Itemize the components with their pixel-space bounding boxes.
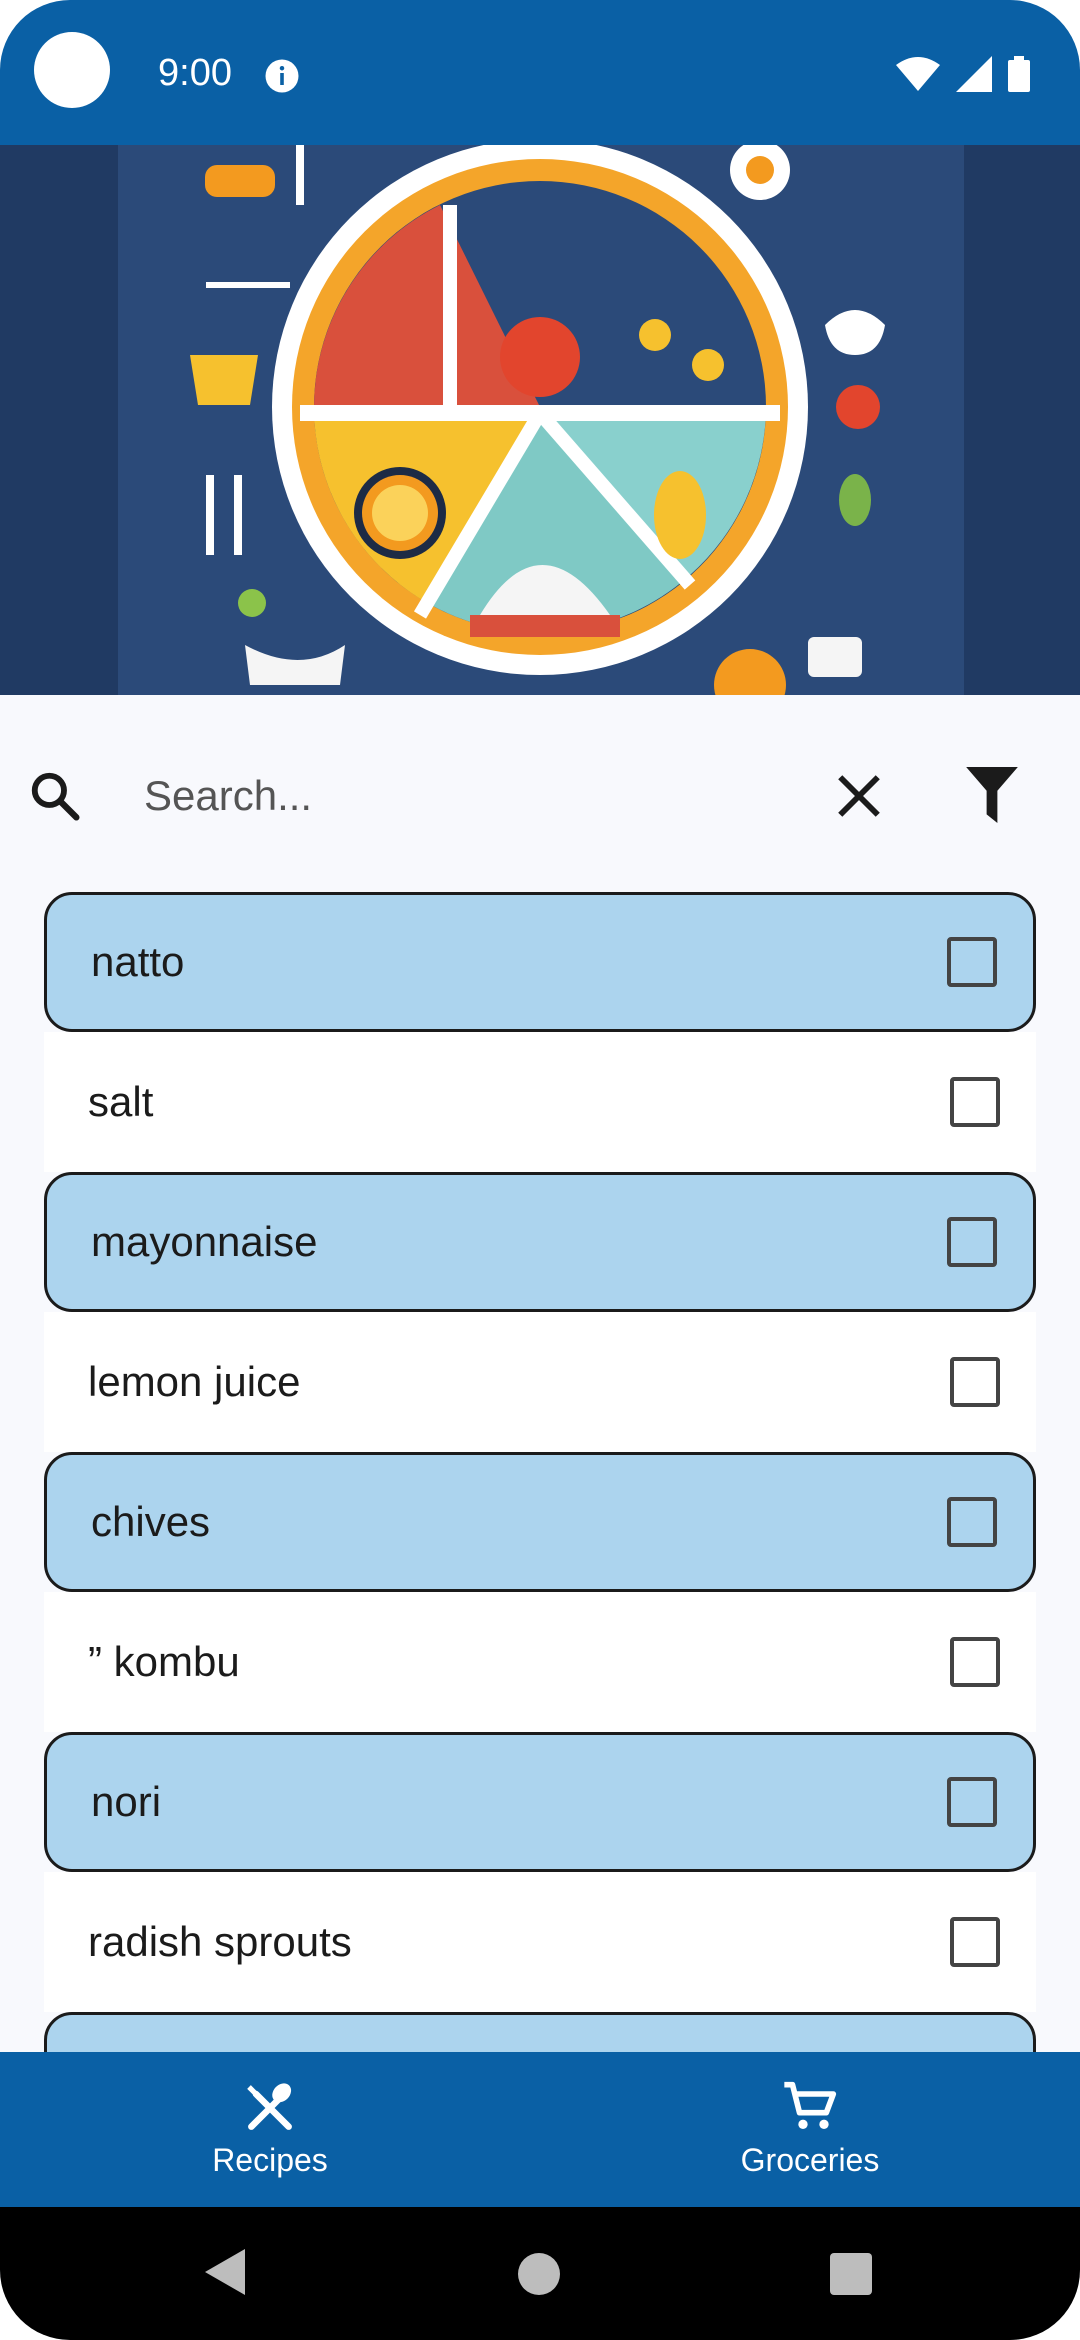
item-checkbox[interactable]	[947, 937, 997, 987]
nav-groceries-label: Groceries	[740, 2142, 880, 2178]
list-item[interactable]: natto	[44, 892, 1036, 1032]
close-icon[interactable]	[834, 771, 884, 821]
hero-image	[0, 145, 1080, 695]
food-plate-illustration	[0, 145, 1080, 695]
shopping-cart-icon	[784, 2081, 837, 2129]
item-label: radish sprouts	[88, 1918, 352, 1965]
battery-icon	[1008, 56, 1030, 92]
search-icon[interactable]	[28, 769, 82, 823]
ingredient-list: natto salt mayonnaise lemon juice chives…	[44, 892, 1036, 2052]
item-checkbox[interactable]	[947, 1497, 997, 1547]
list-item[interactable]: radish sprouts	[44, 1872, 1036, 2012]
utensils-icon	[247, 2083, 292, 2130]
item-checkbox[interactable]	[950, 1357, 1000, 1407]
list-item[interactable]: nori	[44, 1732, 1036, 1872]
nav-recipes-label: Recipes	[212, 2142, 328, 2178]
item-checkbox[interactable]	[950, 1917, 1000, 1967]
nav-groceries[interactable]: Groceries	[540, 2052, 1080, 2207]
list-item[interactable]: chives	[44, 1452, 1036, 1592]
item-checkbox[interactable]	[947, 1217, 997, 1267]
list-item[interactable]: ” kombu	[44, 1592, 1036, 1732]
item-label: salt	[88, 1078, 154, 1125]
list-item[interactable]: mayonnaise	[44, 1172, 1036, 1312]
filter-icon[interactable]	[966, 767, 1018, 823]
list-item[interactable]: lemon juice	[44, 1312, 1036, 1452]
item-checkbox[interactable]	[950, 1637, 1000, 1687]
app-screen: 9:00 Search... natto salt mayonnaise lem…	[0, 0, 1080, 2340]
item-label: nori	[91, 1778, 162, 1825]
item-label: chives	[91, 1498, 211, 1545]
camera-cutout	[34, 32, 110, 108]
recents-icon[interactable]	[830, 2253, 872, 2295]
item-label: mayonnaise	[91, 1218, 318, 1265]
back-icon[interactable]	[205, 2249, 245, 2295]
nav-recipes[interactable]: Recipes	[0, 2052, 540, 2207]
home-icon[interactable]	[518, 2253, 560, 2295]
bottom-navigation: Recipes Groceries	[0, 2052, 1080, 2207]
info-icon	[265, 59, 299, 93]
list-item[interactable]	[44, 2012, 1036, 2052]
search-bar	[0, 745, 1080, 845]
status-time: 9:00	[158, 52, 232, 94]
item-checkbox[interactable]	[950, 1077, 1000, 1127]
search-input[interactable]	[142, 763, 786, 829]
wifi-icon	[896, 57, 940, 91]
list-item[interactable]: salt	[44, 1032, 1036, 1172]
item-label: lemon juice	[88, 1358, 301, 1405]
system-navigation-bar	[0, 2207, 1080, 2340]
item-checkbox[interactable]	[947, 1777, 997, 1827]
cell-signal-icon	[956, 56, 992, 92]
status-bar: 9:00	[0, 0, 1080, 145]
item-label: ” kombu	[88, 1638, 240, 1685]
item-label: natto	[91, 938, 185, 985]
